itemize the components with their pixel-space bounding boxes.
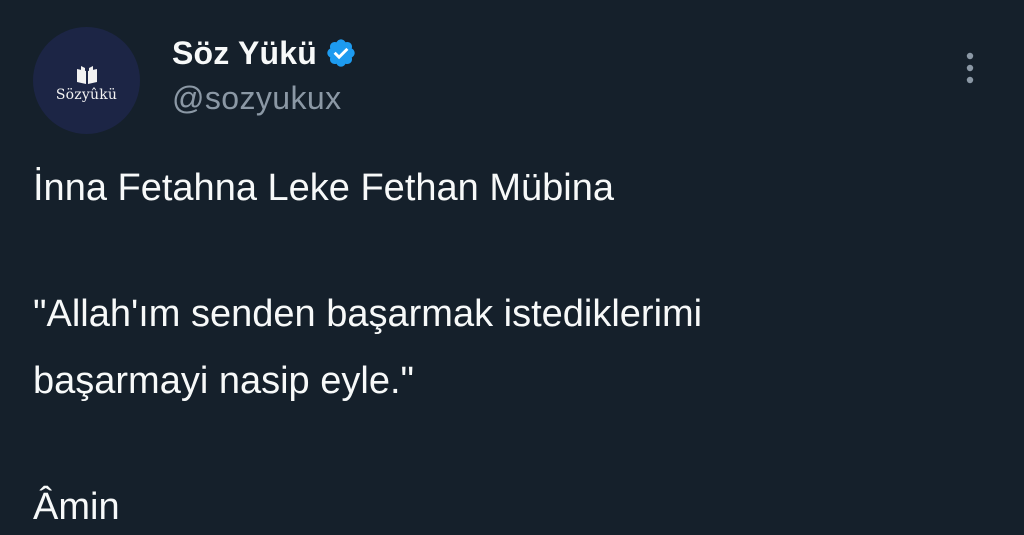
avatar[interactable]: Sözyûkü: [33, 27, 140, 134]
verified-badge-icon[interactable]: [325, 37, 357, 69]
book-icon: [76, 65, 97, 84]
avatar-text: Sözyûkü: [55, 86, 118, 103]
more-options-button[interactable]: [952, 48, 988, 88]
tweet-text-line: İnna Fetahna Leke Fethan Mübina: [33, 167, 614, 209]
author-display-name[interactable]: Söz Yükü: [172, 35, 317, 72]
tweet-text-line: "Allah'ım senden başarmak istediklerimi: [33, 293, 703, 335]
more-vertical-icon: [966, 52, 974, 84]
author-name-row: Söz Yükü: [172, 33, 357, 73]
tweet-text-line: Âmin: [33, 486, 120, 528]
author-handle[interactable]: @sozyukux: [172, 80, 341, 117]
tweet-card: Sözyûkü Söz Yükü @sozyukux İnna Fetahna …: [0, 0, 1024, 535]
tweet-text-line: başarmayi nasip eyle.": [33, 360, 415, 402]
